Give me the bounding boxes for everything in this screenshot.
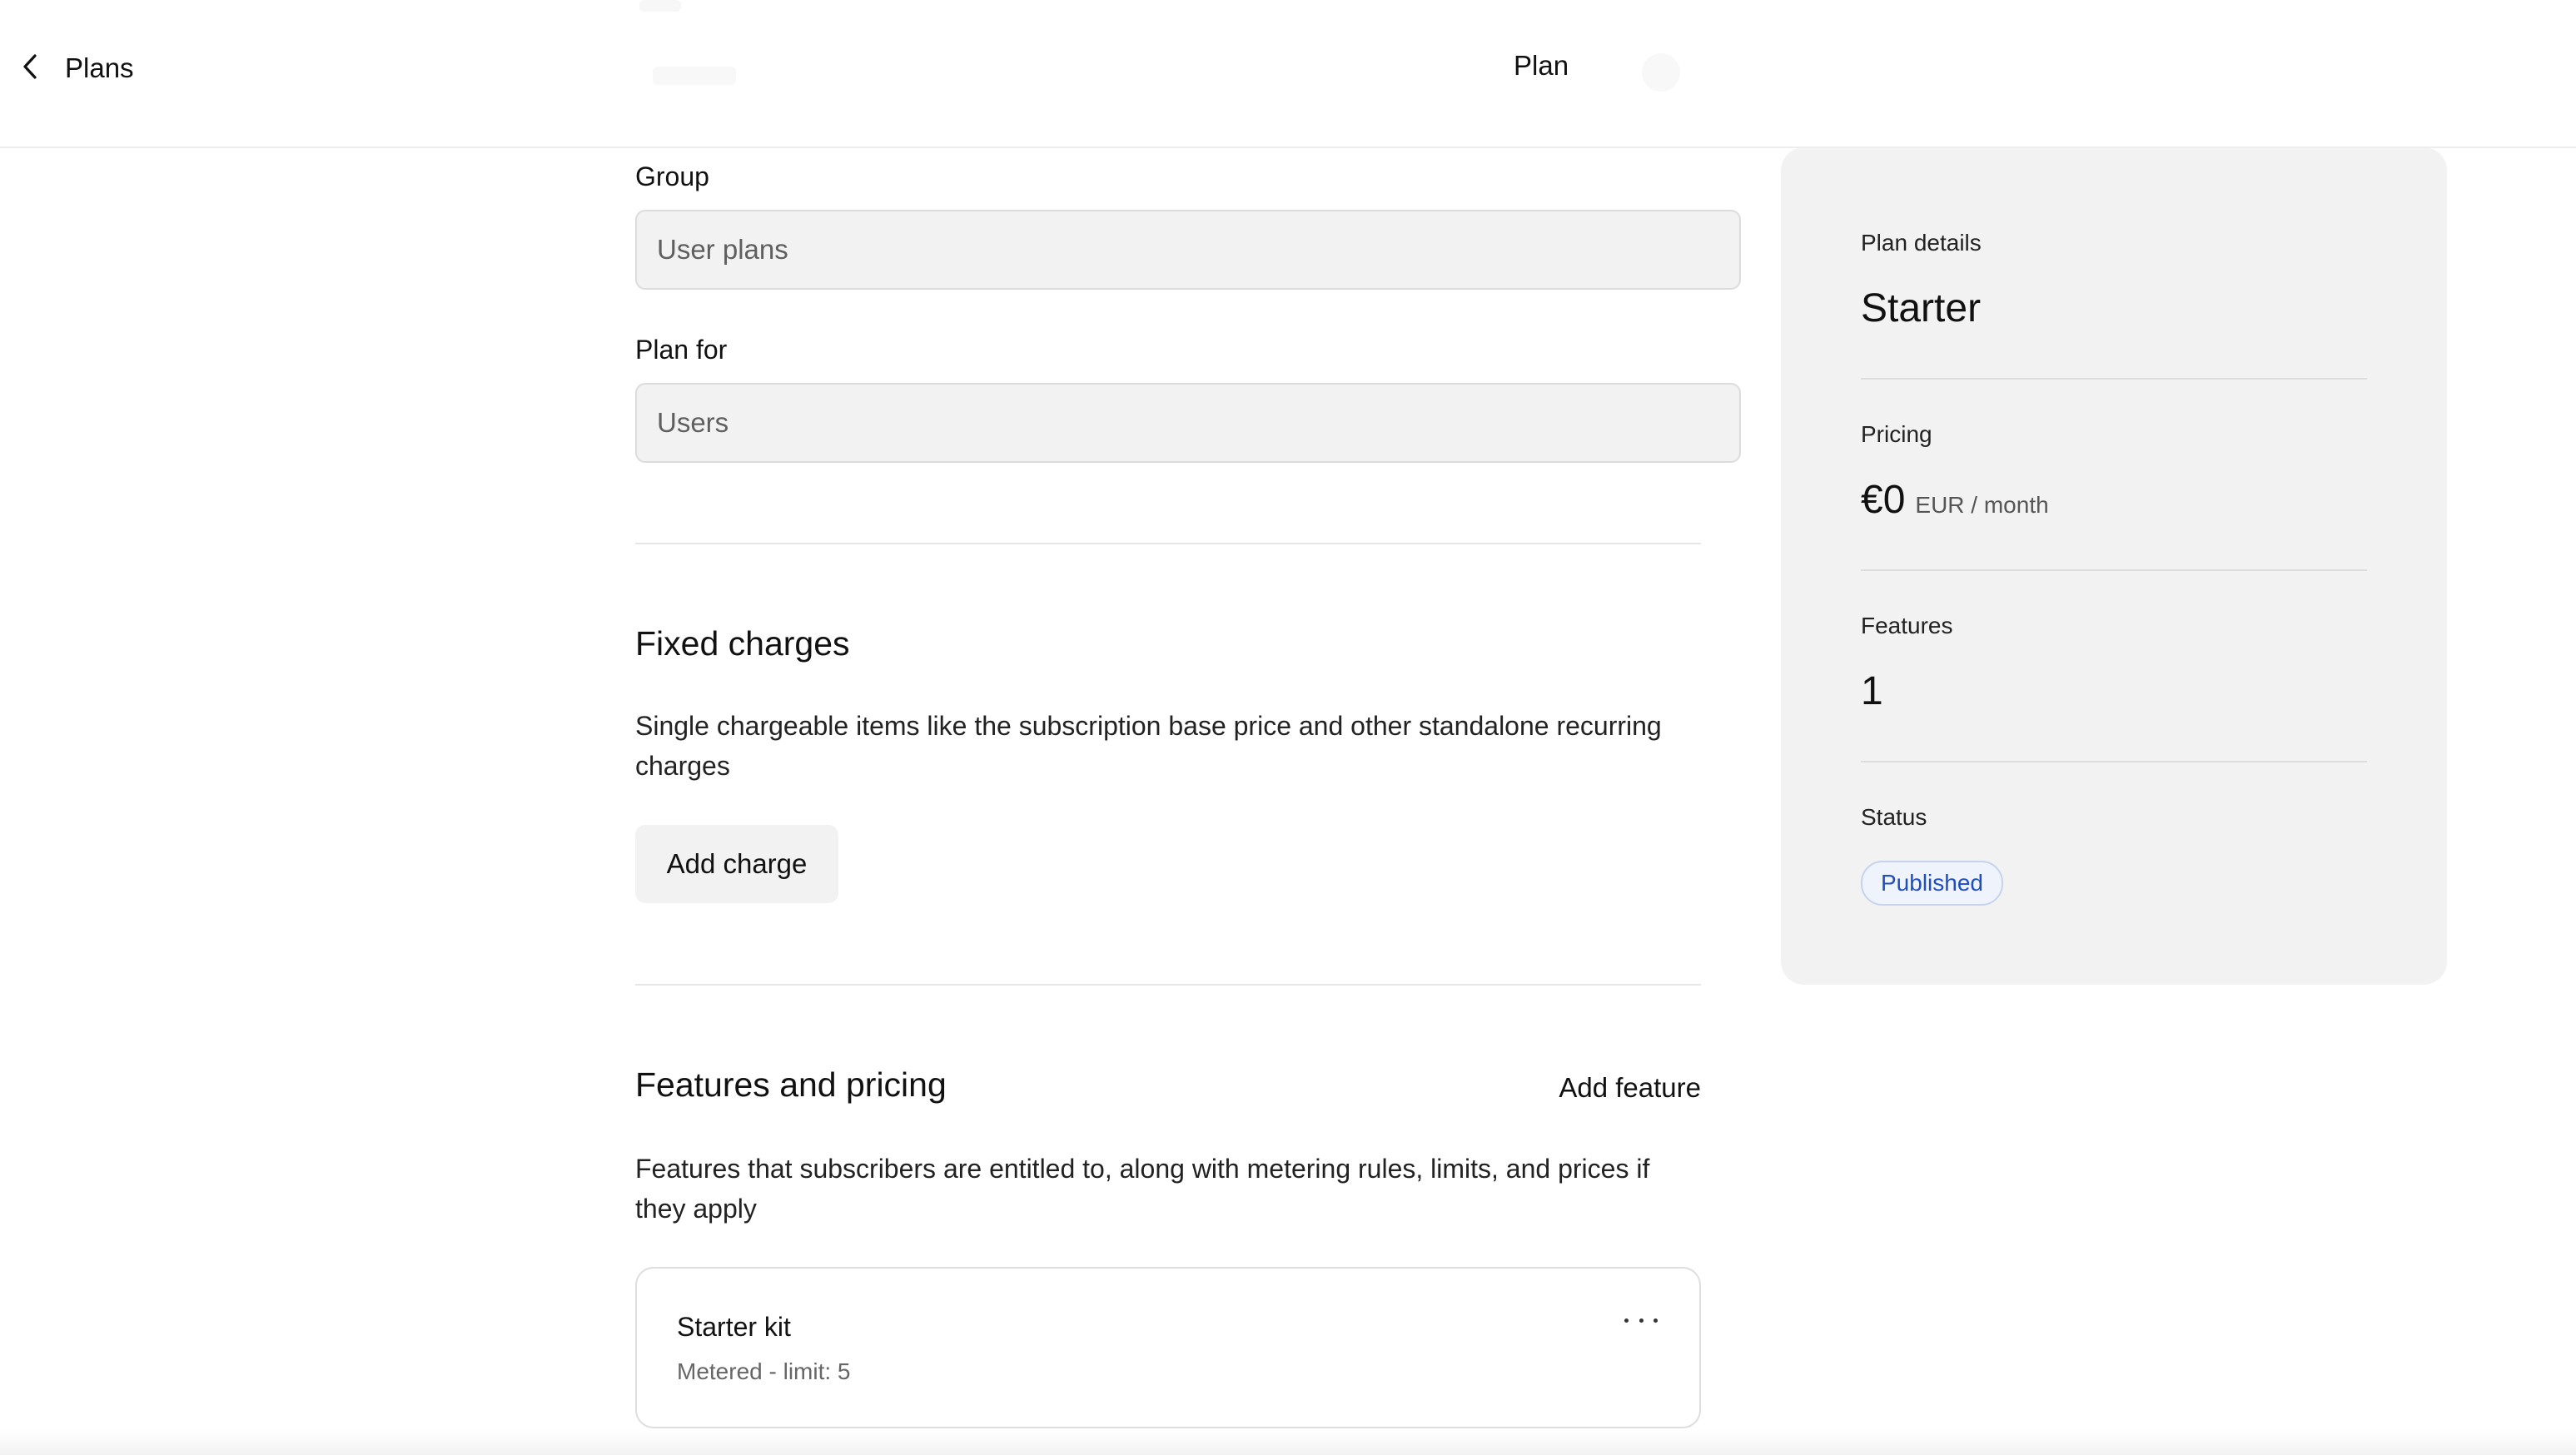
plan-for-label: Plan for <box>635 335 728 365</box>
feature-metering-info: Metered - limit: 5 <box>677 1358 851 1384</box>
features-count-label: Features <box>1861 613 1953 638</box>
features-count: 1 <box>1861 669 1883 713</box>
plan-name: Starter <box>1861 286 1982 330</box>
plan-details-label: Plan details <box>1861 230 1982 256</box>
features-and-pricing-title: Features and pricing <box>635 1065 947 1104</box>
bottom-scroll-shadow <box>0 1430 2576 1455</box>
feature-card-starter-kit[interactable]: Starter kit Metered - limit: 5 <box>635 1267 1701 1428</box>
features-description: Features that subscribers are entitled t… <box>635 1154 1650 1224</box>
back-to-plans-link[interactable]: Plans <box>18 43 134 93</box>
more-options-icon[interactable] <box>1624 1312 1658 1328</box>
top-bar: Plans Plan <box>0 0 2576 148</box>
plan-for-input[interactable] <box>635 383 1741 463</box>
chevron-left-icon <box>18 52 43 85</box>
pricing-label: Pricing <box>1861 421 1932 447</box>
group-input[interactable] <box>635 210 1741 290</box>
faded-scrolled-content <box>1642 53 1680 92</box>
status-badge: Published <box>1861 861 2003 906</box>
plan-details-panel: Plan details Starter Pricing €0 EUR / mo… <box>1781 147 2447 985</box>
price: €0 EUR / month <box>1861 477 2049 523</box>
panel-divider <box>1861 378 2367 380</box>
back-link-label: Plans <box>65 52 134 83</box>
add-charge-button[interactable]: Add charge <box>635 825 838 903</box>
section-divider <box>635 543 1701 544</box>
fixed-charges-description: Single chargeable items like the subscri… <box>635 711 1662 781</box>
section-divider <box>635 984 1701 986</box>
panel-divider <box>1861 569 2367 571</box>
price-unit: EUR / month <box>1915 492 2049 518</box>
group-label: Group <box>635 161 709 191</box>
faded-scrolled-content <box>653 67 736 85</box>
price-amount: €0 <box>1861 478 1906 522</box>
page-title: Plan <box>1514 50 1569 81</box>
fixed-charges-title: Fixed charges <box>635 624 850 663</box>
feature-name: Starter kit <box>677 1312 791 1342</box>
status-label: Status <box>1861 804 1927 830</box>
faded-scrolled-content <box>639 0 681 12</box>
add-feature-button[interactable]: Add feature <box>1559 1072 1701 1104</box>
panel-divider <box>1861 761 2367 762</box>
